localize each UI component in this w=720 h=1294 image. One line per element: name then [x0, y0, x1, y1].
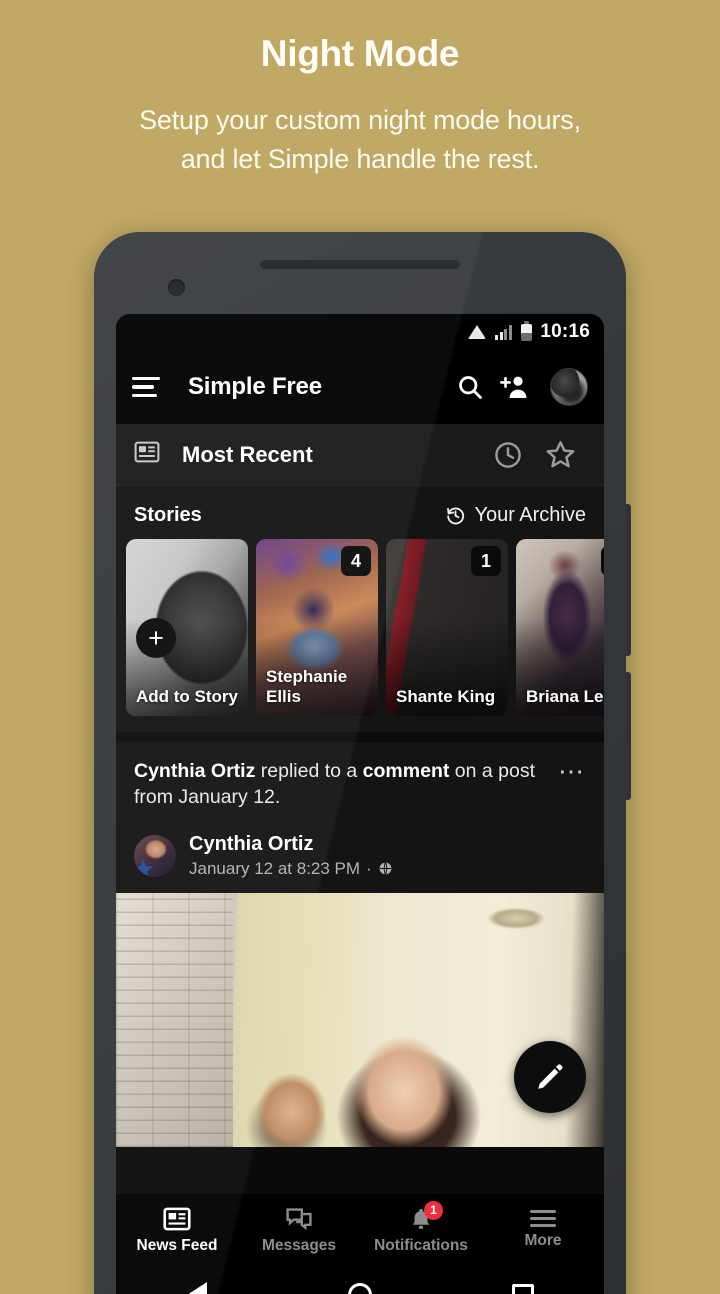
meta-separator: ·: [366, 858, 372, 878]
hamburger-menu-icon[interactable]: [132, 376, 162, 398]
your-archive-button[interactable]: Your Archive: [445, 504, 586, 527]
story-count-badge: 4: [341, 546, 371, 576]
globe-icon: [379, 862, 392, 875]
feed-post: Cynthia Ortiz replied to a comment on a …: [116, 742, 604, 893]
nav-item-news-feed[interactable]: News Feed: [116, 1206, 238, 1255]
nav-label: Notifications: [374, 1236, 468, 1254]
more-hamburger-icon: [530, 1210, 556, 1227]
pencil-compose-icon: [538, 1064, 563, 1089]
story-card-add[interactable]: + Add to Story: [126, 539, 248, 716]
story-label: Shante King: [396, 686, 496, 706]
promo-subtitle: Setup your custom night mode hours, and …: [0, 101, 720, 179]
your-archive-label: Your Archive: [474, 504, 586, 526]
earpiece-speaker: [260, 260, 460, 269]
status-bar-clock: 10:16: [540, 321, 590, 342]
clock-icon[interactable]: [482, 440, 534, 470]
feed-filter-bar: Most Recent: [116, 424, 604, 486]
back-triangle-icon[interactable]: [162, 1275, 232, 1294]
app-title: Simple Free: [188, 373, 322, 400]
post-context-actor: Cynthia Ortiz: [134, 760, 256, 782]
cellular-signal-icon: [495, 324, 513, 340]
promo-subtitle-line-2: and let Simple handle the rest.: [180, 143, 540, 174]
search-icon[interactable]: [448, 373, 492, 401]
android-navigation-bar: [116, 1266, 604, 1294]
avatar[interactable]: [134, 834, 176, 877]
app-bar: Simple Free: [116, 350, 604, 424]
post-author-row: Cynthia Ortiz January 12 at 8:23 PM ·: [134, 833, 586, 893]
nav-item-notifications[interactable]: 1 Notifications: [360, 1200, 482, 1255]
post-author-block: Cynthia Ortiz January 12 at 8:23 PM ·: [189, 833, 393, 879]
promo-subtitle-line-1: Setup your custom night mode hours,: [139, 104, 581, 135]
compose-fab-button[interactable]: [514, 1040, 586, 1113]
front-camera: [168, 279, 185, 296]
stories-carousel[interactable]: + Add to Story 4 Stephanie Ellis 1 Shant…: [116, 539, 604, 732]
nav-label: News Feed: [136, 1236, 218, 1254]
nav-item-messages[interactable]: Messages: [238, 1206, 360, 1255]
stories-header: Stories Your Archive: [116, 486, 604, 539]
nav-item-more[interactable]: More: [482, 1210, 604, 1250]
nav-label: More: [524, 1231, 562, 1249]
history-clock-icon: [447, 507, 465, 525]
feed-filter-label: Most Recent: [182, 441, 313, 467]
promo-header: Night Mode Setup your custom night mode …: [0, 0, 720, 179]
stone-wall-texture: [116, 892, 234, 1147]
battery-icon: [521, 321, 533, 341]
post-context-object: comment: [362, 760, 450, 782]
star-icon[interactable]: [534, 439, 586, 470]
post-context-row: Cynthia Ortiz replied to a comment on a …: [134, 758, 586, 811]
story-card[interactable]: 2 Briana Leigh: [516, 539, 604, 716]
recents-square-icon[interactable]: [488, 1275, 558, 1294]
story-card[interactable]: 4 Stephanie Ellis: [256, 539, 378, 716]
messages-icon: [286, 1207, 312, 1230]
nav-label: Messages: [261, 1236, 337, 1254]
post-context-mid: replied to a: [255, 760, 363, 782]
news-feed-icon: [163, 1207, 191, 1230]
story-label: Add to Story: [136, 686, 238, 706]
post-meta: January 12 at 8:23 PM ·: [189, 859, 393, 879]
plus-icon[interactable]: +: [136, 618, 176, 658]
promo-title: Night Mode: [260, 33, 460, 74]
story-count-badge: 1: [471, 546, 501, 576]
phone-mockup: 10:16 Simple Free Most Recent Stories Yo…: [94, 232, 631, 1294]
phone-body: 10:16 Simple Free Most Recent Stories Yo…: [94, 232, 626, 1294]
avatar[interactable]: [550, 368, 588, 406]
news-feed: Stories Your Archive + Add to Story 4 St…: [116, 486, 604, 1147]
story-count-badge: 2: [601, 546, 604, 576]
feed-divider: [116, 732, 604, 742]
add-person-icon[interactable]: [492, 373, 536, 401]
post-photo[interactable]: [116, 892, 604, 1147]
story-label: Briana Leigh: [526, 686, 604, 706]
bottom-navigation: News Feed Messages 1 Notifications More: [116, 1194, 604, 1266]
status-bar: 10:16: [116, 314, 604, 350]
home-circle-icon[interactable]: [325, 1275, 395, 1294]
stories-heading: Stories: [134, 504, 202, 526]
story-label: Stephanie Ellis: [266, 667, 348, 706]
story-card[interactable]: 1 Shante King: [386, 539, 508, 716]
phone-screen: 10:16 Simple Free Most Recent Stories Yo…: [116, 314, 604, 1294]
post-context-text: Cynthia Ortiz replied to a comment on a …: [134, 758, 548, 811]
more-options-icon[interactable]: ⋯: [558, 758, 586, 784]
post-author-name[interactable]: Cynthia Ortiz: [189, 833, 393, 856]
wifi-icon: [468, 325, 487, 339]
notifications-badge: 1: [424, 1200, 443, 1220]
news-feed-icon[interactable]: [134, 440, 160, 469]
post-timestamp: January 12 at 8:23 PM: [189, 858, 361, 878]
